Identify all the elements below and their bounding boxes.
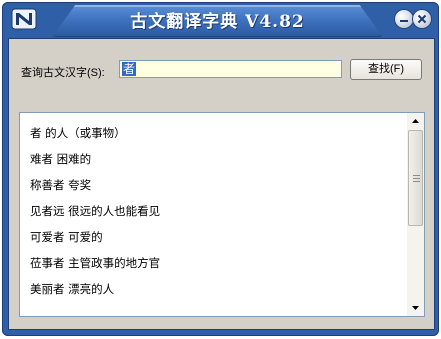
scroll-down-arrow-icon[interactable] (407, 299, 424, 316)
title-bar[interactable]: 古文翻译字典 V4.82 (2, 2, 439, 38)
list-item[interactable]: 者 的人（或事物） (20, 120, 408, 146)
results-list[interactable]: 者 的人（或事物） 难者 困难的 称善者 夸奖 见者远 很远的人也能看见 可爱者… (19, 112, 425, 317)
search-input-value: 者 (122, 62, 137, 76)
list-item[interactable]: 莅事者 主管政事的地方官 (20, 250, 408, 276)
list-item[interactable]: 称善者 夸奖 (20, 172, 408, 198)
main-panel: 查询古文汉字(S): 者 查找(F) 者 的人（或事物） 难者 困难的 称善者 … (8, 38, 435, 330)
minimize-button[interactable] (395, 10, 413, 28)
window-title: 古文翻译字典 V4.82 (130, 12, 305, 32)
list-item[interactable]: 难者 困难的 (20, 146, 408, 172)
grip-icon (413, 175, 420, 184)
search-input[interactable]: 者 (119, 60, 342, 78)
app-window: 古文翻译字典 V4.82 查询古文汉字(S): 者 查找(F) 者 的人（或事物… (2, 2, 439, 336)
query-row: 查询古文汉字(S): 者 查找(F) (9, 39, 434, 99)
minimize-icon (400, 20, 408, 22)
app-logo-icon[interactable] (11, 8, 37, 30)
scroll-thumb[interactable] (408, 130, 423, 226)
close-icon (417, 14, 427, 24)
list-item[interactable]: 美丽者 漂亮的人 (20, 276, 408, 302)
find-button[interactable]: 查找(F) (350, 59, 422, 80)
close-button[interactable] (413, 10, 431, 28)
scroll-up-arrow-icon[interactable] (407, 113, 424, 130)
list-item[interactable]: 见者远 很远的人也能看见 (20, 198, 408, 224)
list-item[interactable]: 可爱者 可爱的 (20, 224, 408, 250)
query-label: 查询古文汉字(S): (21, 67, 105, 79)
vertical-scrollbar[interactable] (407, 113, 424, 316)
